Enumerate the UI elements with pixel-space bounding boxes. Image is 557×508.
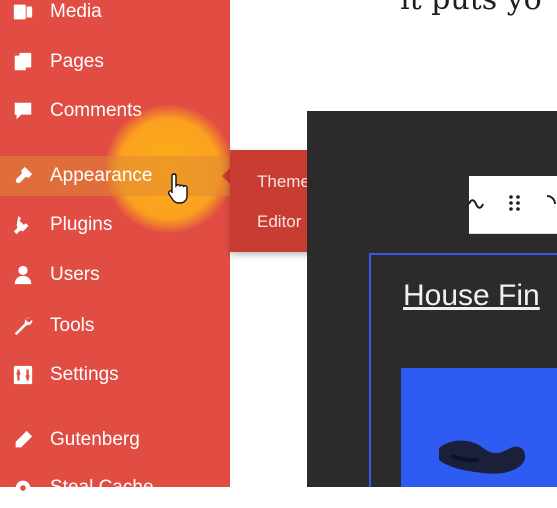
admin-sidebar: Media Pages Comments Appearance Plugins … bbox=[0, 0, 233, 498]
brush-stroke-art bbox=[439, 440, 526, 474]
plugins-icon bbox=[11, 213, 35, 237]
sidebar-item-gutenberg[interactable]: Gutenberg bbox=[0, 420, 230, 460]
sidebar-item-appearance[interactable]: Appearance bbox=[0, 156, 231, 196]
media-icon bbox=[11, 0, 35, 24]
sidebar-item-label: Steal Cache bbox=[50, 477, 154, 498]
sidebar-item-media[interactable]: Media bbox=[0, 0, 230, 32]
post-heading-fragment: it puts yo bbox=[400, 0, 542, 17]
sidebar-item-label: Users bbox=[50, 264, 100, 285]
hand-pointer-icon bbox=[167, 173, 188, 204]
sidebar-item-label: Appearance bbox=[50, 165, 153, 186]
sidebar-item-comments[interactable]: Comments bbox=[0, 91, 230, 131]
link-icon[interactable] bbox=[467, 192, 489, 220]
sidebar-item-label: Media bbox=[50, 1, 102, 22]
site-title[interactable]: House Fin bbox=[403, 279, 540, 313]
sidebar-item-label: Comments bbox=[50, 100, 142, 121]
settings-icon bbox=[11, 363, 35, 387]
sidebar-item-label: Pages bbox=[50, 51, 104, 72]
appearance-icon bbox=[11, 164, 35, 188]
sidebar-item-cache[interactable]: Steal Cache bbox=[0, 468, 230, 508]
sidebar-item-tools[interactable]: Tools bbox=[0, 306, 230, 346]
sidebar-item-plugins[interactable]: Plugins bbox=[0, 205, 230, 245]
chevron-icon[interactable] bbox=[545, 192, 557, 220]
gutenberg-icon bbox=[11, 428, 35, 452]
gear-icon bbox=[11, 476, 35, 500]
users-icon bbox=[11, 263, 35, 287]
featured-image bbox=[401, 368, 557, 487]
submenu-item-editor-label: Editor bbox=[257, 212, 302, 231]
sidebar-item-label: Gutenberg bbox=[50, 429, 140, 450]
sidebar-item-users[interactable]: Users bbox=[0, 255, 230, 295]
comments-icon bbox=[11, 99, 35, 123]
tools-icon bbox=[11, 314, 35, 338]
sidebar-item-label: Tools bbox=[50, 315, 95, 336]
drag-handle-icon[interactable] bbox=[507, 192, 523, 220]
sidebar-item-label: Plugins bbox=[50, 214, 113, 235]
sidebar-item-label: Settings bbox=[50, 364, 119, 385]
pages-icon bbox=[11, 50, 35, 74]
sidebar-item-settings[interactable]: Settings bbox=[0, 355, 230, 395]
block-toolbar bbox=[467, 176, 557, 234]
sidebar-item-pages[interactable]: Pages bbox=[0, 42, 230, 82]
